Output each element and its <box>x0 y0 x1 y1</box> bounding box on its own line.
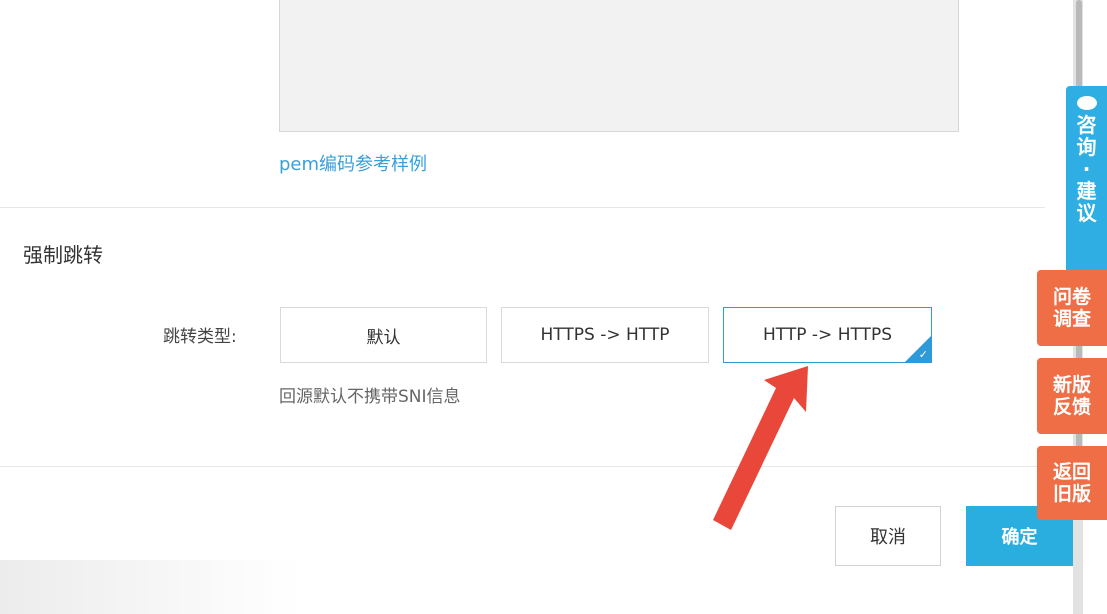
annotation-arrow-icon <box>713 366 808 530</box>
